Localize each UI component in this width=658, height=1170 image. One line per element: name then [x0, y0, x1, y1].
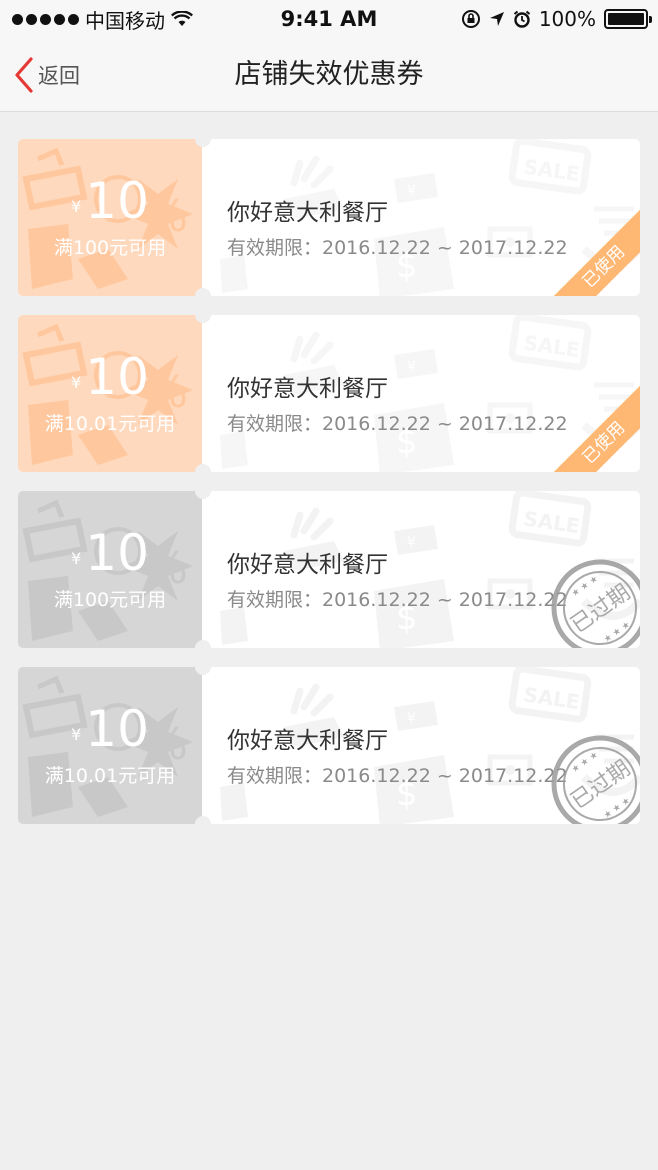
currency-symbol: ¥ — [71, 373, 82, 392]
svg-text:★ ★ ★: ★ ★ ★ — [602, 796, 632, 821]
coupon-amount: 10 — [85, 700, 149, 758]
expired-stamp-icon: 已过期 ★ ★ ★ ★ ★ ★ — [551, 735, 640, 824]
coupon-amount: 10 — [85, 524, 149, 582]
coupon-card[interactable]: ¥10 满10.01元可用 你好意大利餐厅 有效期限：2016.12.22 ~ … — [18, 315, 640, 472]
coupon-shop-name: 你好意大利餐厅 — [227, 552, 388, 578]
coupon-condition: 满100元可用 — [53, 589, 167, 611]
coupon-info-panel: 你好意大利餐厅 有效期限：2016.12.22 ~ 2017.12.22 已过期… — [204, 491, 640, 648]
battery-fill — [608, 13, 644, 25]
page-title: 店铺失效优惠券 — [234, 59, 424, 90]
battery-percentage: 100% — [538, 7, 596, 31]
coupon-value-panel: ¥10 满100元可用 — [18, 491, 202, 648]
coupon-condition: 满100元可用 — [53, 237, 167, 259]
coupon-shop-name: 你好意大利餐厅 — [227, 728, 388, 754]
currency-symbol: ¥ — [71, 549, 82, 568]
status-bar: 中国移动 9:41 AM 100% — [0, 0, 658, 38]
coupon-condition: 满10.01元可用 — [44, 413, 176, 435]
battery-icon — [604, 9, 652, 29]
coupon-value-panel: ¥10 满100元可用 — [18, 139, 202, 296]
svg-text:★ ★ ★: ★ ★ ★ — [570, 750, 600, 775]
rotation-lock-icon — [461, 10, 480, 28]
currency-symbol: ¥ — [71, 197, 82, 216]
coupon-condition: 满10.01元可用 — [44, 765, 176, 787]
coupon-amount: 10 — [85, 172, 149, 230]
alarm-clock-icon — [513, 10, 530, 28]
coupon-value-panel: ¥10 满10.01元可用 — [18, 667, 202, 824]
navigation-bar: 返回 店铺失效优惠券 — [0, 38, 658, 112]
coupon-info-panel: 你好意大利餐厅 有效期限：2016.12.22 ~ 2017.12.22 已使用 — [204, 139, 640, 296]
coupon-card[interactable]: ¥10 满100元可用 你好意大利餐厅 有效期限：2016.12.22 ~ 20… — [18, 139, 640, 296]
svg-text:★ ★ ★: ★ ★ ★ — [570, 574, 600, 599]
coupon-validity: 有效期限：2016.12.22 ~ 2017.12.22 — [227, 237, 568, 259]
coupon-validity: 有效期限：2016.12.22 ~ 2017.12.22 — [227, 413, 568, 435]
coupon-validity: 有效期限：2016.12.22 ~ 2017.12.22 — [227, 765, 568, 787]
expired-stamp-icon: 已过期 ★ ★ ★ ★ ★ ★ — [551, 559, 640, 648]
location-arrow-icon — [489, 12, 504, 26]
coupon-card[interactable]: ¥10 满10.01元可用 你好意大利餐厅 有效期限：2016.12.22 ~ … — [18, 667, 640, 824]
coupon-value-panel: ¥10 满10.01元可用 — [18, 315, 202, 472]
coupon-amount-row: ¥10 — [18, 347, 202, 407]
currency-symbol: ¥ — [71, 725, 82, 744]
svg-text:★ ★ ★: ★ ★ ★ — [602, 620, 632, 645]
coupon-amount: 10 — [85, 348, 149, 406]
coupon-validity: 有效期限：2016.12.22 ~ 2017.12.22 — [227, 589, 568, 611]
coupon-amount-row: ¥10 — [18, 171, 202, 231]
coupon-list: ¥10 满100元可用 你好意大利餐厅 有效期限：2016.12.22 ~ 20… — [18, 139, 640, 843]
coupon-shop-name: 你好意大利餐厅 — [227, 200, 388, 226]
coupon-shop-name: 你好意大利餐厅 — [227, 376, 388, 402]
coupon-amount-row: ¥10 — [18, 699, 202, 759]
coupon-info-panel: 你好意大利餐厅 有效期限：2016.12.22 ~ 2017.12.22 已使用 — [204, 315, 640, 472]
status-right: 100% — [461, 0, 652, 38]
coupon-info-panel: 你好意大利餐厅 有效期限：2016.12.22 ~ 2017.12.22 已过期… — [204, 667, 640, 824]
coupon-amount-row: ¥10 — [18, 523, 202, 583]
coupon-card[interactable]: ¥10 满100元可用 你好意大利餐厅 有效期限：2016.12.22 ~ 20… — [18, 491, 640, 648]
